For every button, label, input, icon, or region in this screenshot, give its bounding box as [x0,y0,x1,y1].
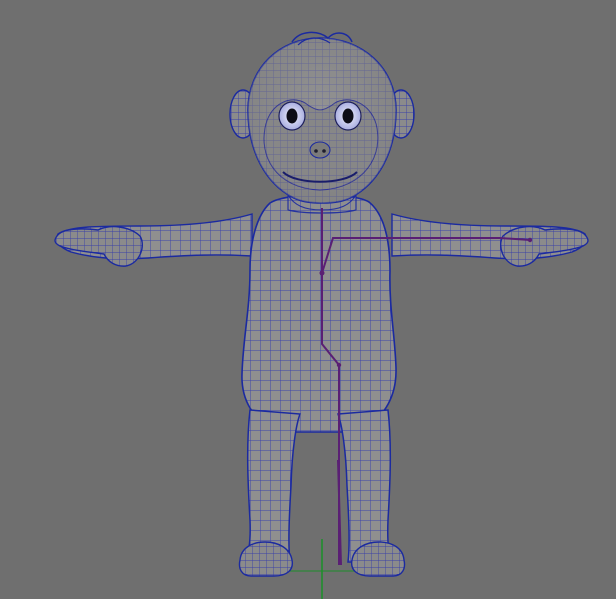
monkey-mesh-icon[interactable] [54,31,589,577]
right-hand [499,225,589,267]
right-foot [350,541,406,577]
left-hand [54,225,144,267]
right-leg [336,409,394,563]
scene-canvas[interactable] [0,0,616,599]
torso [241,193,397,433]
head [229,31,415,204]
left-leg [243,409,302,563]
left-foot [238,541,294,577]
3d-viewport[interactable] [0,0,616,599]
